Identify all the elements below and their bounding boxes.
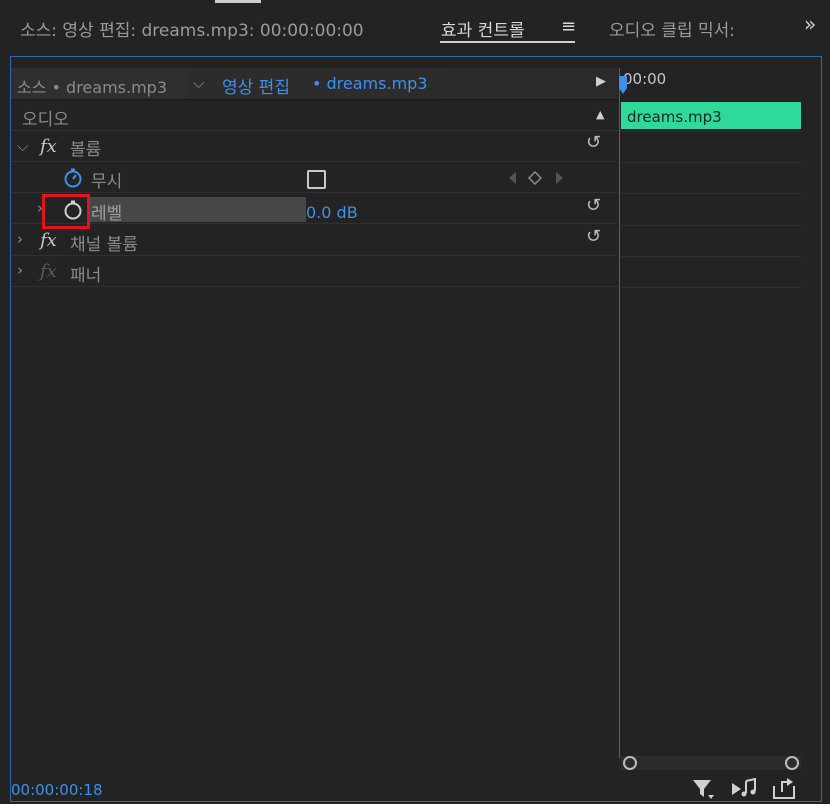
playhead-icon[interactable]	[617, 76, 629, 96]
scroll-handle-right[interactable]	[785, 756, 799, 770]
overflow-icon[interactable]: »	[804, 12, 816, 36]
keyframe-navigator	[509, 171, 563, 185]
active-tab-underline	[440, 41, 575, 43]
play-triangle-icon[interactable]: ▶	[596, 74, 606, 89]
chevron-down-icon[interactable]: ⌵	[193, 74, 204, 92]
timeline-divider	[621, 193, 801, 194]
timeline-divider	[621, 131, 801, 132]
effect-row-volume[interactable]: ⌵ fx 볼륨 ↺	[11, 131, 618, 162]
audio-section-title: 오디오	[22, 110, 69, 130]
effect-timeline[interactable]	[619, 68, 802, 758]
bypass-checkbox[interactable]	[307, 170, 326, 189]
fx-toggle-icon[interactable]: fx	[40, 230, 57, 251]
reset-icon[interactable]: ↺	[586, 195, 601, 216]
reset-icon[interactable]: ↺	[586, 132, 601, 153]
tab-audio-clip-mixer[interactable]: 오디오 클립 믹서:	[609, 16, 735, 41]
timeline-clip-name: dreams.mp3	[627, 108, 722, 126]
sequence-name: 영상 편집	[222, 78, 290, 98]
stopwatch-icon[interactable]	[62, 167, 84, 189]
timeline-divider	[621, 225, 801, 226]
fx-toggle-icon[interactable]: fx	[40, 136, 57, 157]
timeline-divider	[621, 256, 801, 257]
tab-effect-controls[interactable]: 효과 컨트롤	[441, 16, 525, 41]
highlight-box	[42, 194, 90, 229]
drag-indicator	[215, 0, 261, 3]
sequence-clip-tab[interactable]: ⌵ 영상 편집 • dreams.mp3	[187, 68, 447, 99]
timeline-divider	[621, 162, 801, 163]
effect-name-channel-volume: 채널 볼륨	[70, 235, 138, 255]
fx-toggle-icon[interactable]: fx	[40, 261, 57, 282]
property-row-bypass: 무시	[11, 162, 618, 193]
effect-name-volume: 볼륨	[70, 140, 102, 160]
collapse-icon[interactable]: ▲	[596, 108, 604, 121]
effect-row-channel-volume[interactable]: › fx 채널 볼륨 ↺	[11, 225, 618, 256]
filter-icon[interactable]	[692, 778, 716, 800]
sequence-clip-name: • dreams.mp3	[312, 74, 428, 93]
scroll-handle-left[interactable]	[623, 756, 637, 770]
tab-source-monitor[interactable]: 소스: 영상 편집: dreams.mp3: 00:00:00:00	[20, 16, 364, 41]
timeline-ruler-label: 00:00	[623, 70, 667, 88]
audio-section-header: 오디오 ▲	[11, 100, 618, 131]
timeline-zoom-scrollbar[interactable]	[621, 756, 801, 770]
level-value[interactable]: 0.0 dB	[306, 203, 358, 222]
source-clip-label: 소스 • dreams.mp3	[17, 78, 168, 97]
chevron-right-icon[interactable]: ›	[17, 261, 23, 279]
play-audio-icon[interactable]	[731, 778, 757, 800]
chevron-right-icon[interactable]: ›	[17, 230, 23, 248]
timeline-divider	[621, 287, 801, 288]
chevron-down-icon[interactable]: ⌵	[17, 137, 28, 155]
panel-menu-icon[interactable]: ≡	[561, 16, 576, 37]
export-icon[interactable]	[771, 778, 797, 800]
current-timecode[interactable]: 00:00:00:18	[11, 781, 103, 799]
effect-row-panner[interactable]: › fx 패너	[11, 256, 618, 287]
reset-icon[interactable]: ↺	[586, 226, 601, 247]
property-name-bypass: 무시	[91, 172, 123, 192]
effect-name-panner: 패너	[70, 266, 102, 286]
property-name-level: 레벨	[91, 204, 123, 224]
source-clip-tab[interactable]: 소스 • dreams.mp3	[11, 68, 187, 99]
